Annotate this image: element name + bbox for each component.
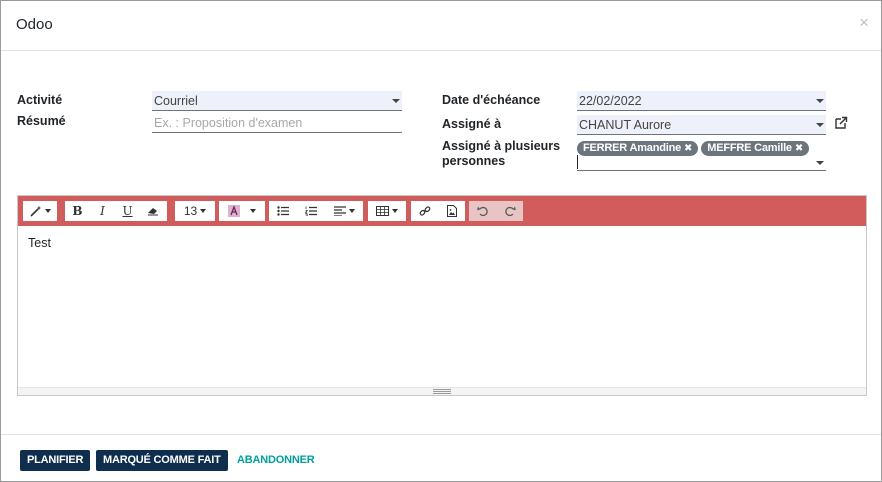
align-icon[interactable] (325, 201, 363, 221)
close-icon[interactable]: × (859, 14, 869, 31)
color-group (219, 201, 265, 221)
summary-placeholder: Ex. : Proposition d'examen (154, 116, 303, 130)
close-icon[interactable]: ✖ (684, 143, 692, 154)
assignee-multi-input[interactable] (577, 154, 826, 171)
summary-input[interactable]: Ex. : Proposition d'examen (152, 113, 402, 133)
link-icon[interactable] (411, 201, 438, 221)
chevron-down-icon (816, 99, 824, 103)
assigned-multiple-label-line1: Assigné à plusieurs (442, 139, 561, 153)
schedule-button[interactable]: PLANIFIER (20, 450, 91, 471)
assigned-to-label: Assigné à (442, 117, 502, 131)
assigned-to-select[interactable]: CHANUT Aurore (577, 115, 826, 135)
style-group (23, 201, 57, 221)
bullet-list-icon[interactable] (269, 201, 297, 221)
editor-resize-handle[interactable] (18, 387, 866, 395)
assigned-to-value: CHANUT Aurore (579, 118, 672, 132)
activity-select[interactable]: Courriel (152, 91, 402, 111)
table-group (368, 201, 406, 221)
editor-content[interactable]: Test (28, 236, 51, 250)
magic-wand-icon[interactable] (23, 201, 57, 221)
history-group (469, 201, 523, 221)
due-date-label: Date d'échéance (442, 93, 541, 107)
chevron-down-icon (816, 161, 824, 165)
font-size-value: 13 (183, 204, 198, 218)
chevron-down-icon (816, 123, 824, 127)
due-date-value: 22/02/2022 (579, 94, 642, 108)
grip-icon (433, 389, 451, 394)
assigned-multiple-label-line2: personnes (442, 154, 506, 168)
activity-dialog: Odoo × Activité Courriel Résumé Ex. : Pr… (0, 0, 882, 482)
redo-icon[interactable] (496, 201, 523, 221)
eraser-icon[interactable] (140, 201, 165, 221)
undo-icon[interactable] (469, 201, 496, 221)
note-editor: B I U 13 Test (17, 195, 867, 396)
dialog-header: Odoo × (1, 1, 881, 51)
tag-label: MEFFRE Camille (707, 142, 792, 154)
due-date-input[interactable]: 22/02/2022 (577, 91, 826, 111)
text-cursor (577, 155, 578, 169)
font-size-dropdown[interactable]: 13 (175, 201, 215, 221)
font-format-group: B I U (65, 201, 167, 221)
dialog-footer: PLANIFIER MARQUÉ COMME FAIT ABANDONNER (1, 434, 881, 482)
editor-toolbar: B I U 13 (18, 196, 866, 226)
tag-label: FERRER Amandine (583, 142, 682, 154)
underline-icon[interactable]: U (115, 201, 140, 221)
font-size-group: 13 (175, 201, 215, 221)
image-icon[interactable] (438, 201, 465, 221)
external-link-icon[interactable] (834, 116, 848, 130)
numbered-list-icon[interactable] (297, 201, 325, 221)
assignee-tags: FERRER Amandine ✖ MEFFRE Camille ✖ (577, 139, 812, 156)
assigned-multiple-label: Assigné à plusieurs personnes (442, 139, 560, 169)
mark-done-button[interactable]: MARQUÉ COMME FAIT (96, 450, 228, 471)
chevron-down-icon (392, 99, 400, 103)
activity-label: Activité (17, 93, 63, 107)
close-icon[interactable]: ✖ (795, 143, 803, 154)
discard-button[interactable]: ABANDONNER (237, 450, 315, 471)
italic-icon[interactable]: I (90, 201, 115, 221)
text-color-icon[interactable] (219, 201, 265, 221)
activity-value: Courriel (154, 94, 198, 108)
dialog-title: Odoo (16, 16, 53, 33)
insert-group (411, 201, 465, 221)
paragraph-group (269, 201, 363, 221)
bold-icon[interactable]: B (65, 201, 90, 221)
table-icon[interactable] (368, 201, 406, 221)
summary-label: Résumé (17, 114, 66, 128)
